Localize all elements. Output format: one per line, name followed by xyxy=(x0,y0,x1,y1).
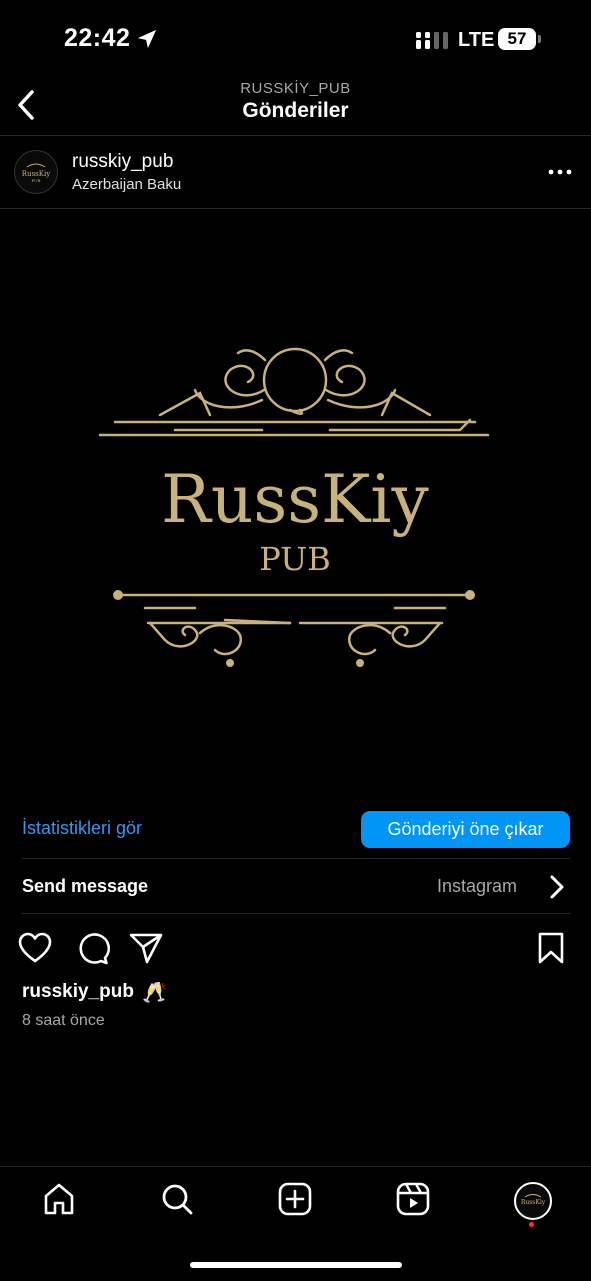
reels-icon[interactable] xyxy=(395,1181,431,1217)
page-title: Gönderiler xyxy=(242,99,349,122)
caption-emoji: 🥂 xyxy=(142,982,167,1004)
chevron-right-icon[interactable] xyxy=(548,873,566,901)
save-bookmark-icon[interactable] xyxy=(533,930,569,966)
status-time: 22:42 xyxy=(64,24,131,52)
battery-icon: 57 xyxy=(498,28,542,52)
svg-text:RussKiy: RussKiy xyxy=(22,170,50,178)
caption-username[interactable]: russkiy_pub xyxy=(22,981,134,1003)
location-arrow-icon xyxy=(137,29,157,49)
profile-avatar[interactable]: RussKiy xyxy=(514,1182,552,1220)
insights-divider xyxy=(22,858,570,859)
send-message-label[interactable]: Send message xyxy=(22,876,148,897)
brand-name: RussKiy xyxy=(161,461,429,538)
svg-text:RussKiy: RussKiy xyxy=(521,1199,546,1206)
signal-icon xyxy=(416,32,448,49)
header-divider xyxy=(0,135,591,136)
view-insights-link[interactable]: İstatistikleri gör xyxy=(22,818,142,839)
post-header-divider xyxy=(0,208,591,209)
message-divider xyxy=(22,913,570,914)
post-image[interactable]: RussKiy PUB xyxy=(0,210,591,800)
home-indicator[interactable] xyxy=(190,1262,402,1268)
post-location[interactable]: Azerbaijan Baku xyxy=(72,176,181,193)
header-account-name: RUSSKİY_PUB xyxy=(240,80,351,97)
svg-text:PUB: PUB xyxy=(32,178,41,183)
boost-post-button[interactable]: Gönderiyi öne çıkar xyxy=(361,811,570,848)
post-avatar[interactable]: RussKiy PUB xyxy=(14,150,58,194)
battery-level: 57 xyxy=(498,28,536,50)
comment-icon[interactable] xyxy=(74,930,110,966)
brand-sub: PUB xyxy=(259,540,330,578)
post-timestamp: 8 saat önce xyxy=(22,1012,105,1029)
create-icon[interactable] xyxy=(277,1181,313,1217)
notification-dot xyxy=(529,1222,534,1227)
share-send-icon[interactable] xyxy=(128,930,164,966)
like-heart-icon[interactable] xyxy=(17,930,53,966)
send-message-source[interactable]: Instagram xyxy=(437,876,517,897)
network-type: LTE xyxy=(458,29,495,51)
post-username[interactable]: russkiy_pub xyxy=(72,151,173,173)
search-icon[interactable] xyxy=(159,1181,195,1217)
home-icon[interactable] xyxy=(41,1181,77,1217)
more-options-icon[interactable] xyxy=(548,162,572,182)
